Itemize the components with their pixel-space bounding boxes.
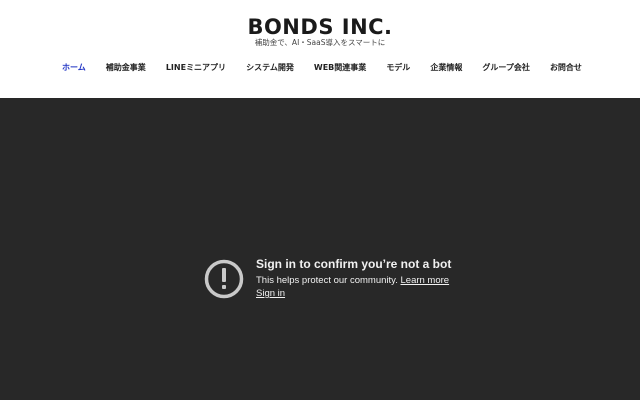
- nav-item-model[interactable]: モデル: [386, 61, 410, 75]
- nav-item-group[interactable]: グループ会社: [482, 61, 530, 75]
- embedded-video-player[interactable]: [0, 98, 640, 400]
- nav-item-contact[interactable]: お問合せ: [550, 61, 582, 75]
- nav-item-system-development[interactable]: システム開発: [246, 61, 294, 75]
- site-header: BONDS INC. 補助金で、AI・SaaS導入をスマートに ホーム 補助金事…: [0, 0, 640, 98]
- nav-item-company[interactable]: 企業情報: [430, 61, 462, 75]
- nav-item-line-mini-app[interactable]: LINEミニアプリ: [166, 61, 226, 75]
- sign-in-container: Sign in: [256, 287, 285, 300]
- bot-check-title: Sign in to confirm you’re not a bot: [256, 257, 452, 271]
- bot-check-body-text: This helps protect our community.: [256, 275, 398, 286]
- learn-more-link[interactable]: Learn more: [401, 275, 450, 286]
- main-nav: ホーム 補助金事業 LINEミニアプリ システム開発 WEB関連事業 モデル 企…: [62, 60, 582, 76]
- site-logo[interactable]: BONDS INC.: [0, 14, 640, 40]
- site-tagline: 補助金で、AI・SaaS導入をスマートに: [254, 38, 386, 47]
- sign-in-link[interactable]: Sign in: [256, 288, 285, 299]
- alert-circle-icon: [204, 259, 244, 299]
- nav-item-subsidy[interactable]: 補助金事業: [106, 61, 146, 75]
- nav-item-web[interactable]: WEB関連事業: [314, 61, 366, 75]
- bot-check-message: This helps protect our community. Learn …: [256, 274, 449, 287]
- nav-item-home[interactable]: ホーム: [62, 61, 86, 75]
